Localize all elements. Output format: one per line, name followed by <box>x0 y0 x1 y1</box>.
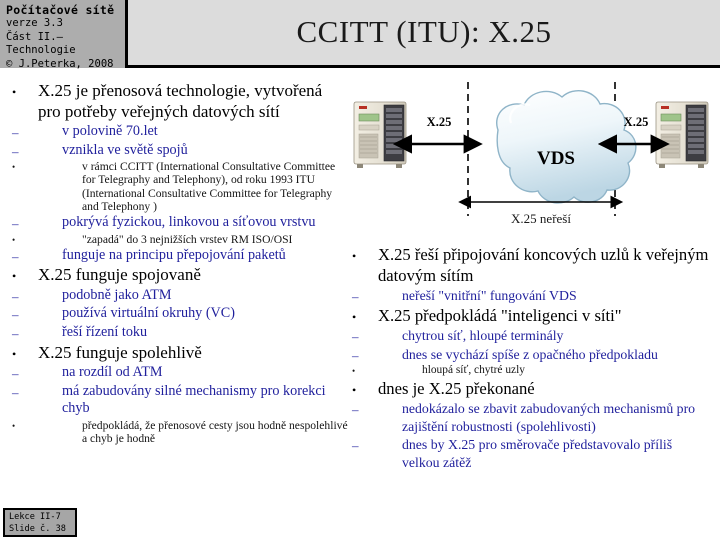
right-server-icon <box>655 101 709 168</box>
bullet-text: má zabudovány silné mechanismy pro korek… <box>62 382 326 417</box>
bullet-item-level-1: • X.25 funguje spolehlivě <box>12 343 348 364</box>
bullet-item-level-2: – dnes se vychází spíše z opačného předpo… <box>352 346 712 364</box>
left-bullet-list: • X.25 je přenosová technologie, vytvořen… <box>12 81 348 445</box>
bullet-text: funguje na principu přepojování paketů <box>62 246 286 263</box>
bullet-item-level-2: – vznikla ve světě spojů <box>12 142 348 160</box>
bullet-marker-icon: – <box>352 438 359 454</box>
bullet-text: dnes by X.25 pro směrovače představovalo… <box>402 437 673 470</box>
bullet-text: nedokázalo se zbavit zabudovaných mechan… <box>402 401 696 434</box>
bullet-item-level-2: – neřeší "vnitřní" fungování VDS <box>352 287 712 305</box>
bullet-marker-icon: • <box>352 309 357 324</box>
bullet-text: pokrývá fyzickou, linkovou a síťovou vrs… <box>62 214 316 230</box>
bullet-marker-icon: – <box>352 347 359 363</box>
vds-cloud-icon <box>496 89 637 204</box>
bullet-item-level-3: • "zapadá" do 3 nejnižších vrstev RM ISO/… <box>12 233 348 246</box>
bullet-item-level-2: – podobně jako ATM <box>12 287 348 305</box>
bullet-text: X.25 funguje spolehlivě <box>38 342 202 362</box>
bullet-marker-icon: – <box>12 248 19 264</box>
bullet-text: dnes je X.25 překonané <box>378 378 535 398</box>
bullet-text: v polovině 70.let <box>62 123 158 139</box>
bullet-item-level-1: • X.25 řeší připojování koncových uzlů k … <box>352 245 712 286</box>
bullet-text: hloupá síť, chytré uzly <box>422 364 525 377</box>
bullet-text: podobně jako ATM <box>62 286 172 303</box>
bullet-item-level-2: – používá virtuální okruhy (VC) <box>12 305 348 323</box>
bullet-text: používá virtuální okruhy (VC) <box>62 305 235 322</box>
course-part: Část II.–Technologie <box>6 30 76 57</box>
bullet-item-level-1: • X.25 je přenosová technologie, vytvořen… <box>12 81 348 122</box>
course-info-box: Počítačové sítě verze 3.3 Část II.–Techn… <box>0 0 128 70</box>
bullet-marker-icon: – <box>12 288 19 304</box>
bullet-text: X.25 předpokládá "inteligenci v síti" <box>378 305 622 325</box>
course-copyright: © J.Peterka, 2008 <box>6 57 114 70</box>
bullet-item-level-2: – má zabudovány silné mechanismy pro kore… <box>12 383 348 418</box>
bullet-item-level-3: • v rámci CCITT (International Consultati… <box>12 160 348 213</box>
bullet-text: vznikla ve světě spojů <box>62 141 188 158</box>
bullet-marker-icon: • <box>12 269 17 284</box>
bullet-text: "zapadá" do 3 nejnižších vrstev RM ISO/O… <box>82 232 293 246</box>
slide-footer-box: Lekce II-7 Slide č. 38 <box>3 508 77 537</box>
bullet-text: řeší řízení toku <box>62 324 148 341</box>
bullet-text: X.25 řeší připojování koncových uzlů k v… <box>378 245 709 285</box>
bullet-item-level-1: • X.25 předpokládá "inteligenci v síti" <box>352 306 712 327</box>
bullet-item-level-3: • hloupá síť, chytré uzly <box>352 364 712 377</box>
bullet-marker-icon: • <box>352 366 356 377</box>
bullet-item-level-2: – v polovině 70.let <box>12 123 348 141</box>
bullet-item-level-2: – chytrou síť, hloupé terminály <box>352 327 712 345</box>
left-server-icon <box>353 101 407 168</box>
bullet-marker-icon: • <box>352 382 357 397</box>
bullet-text: X.25 je přenosová technologie, vytvořená… <box>38 81 323 121</box>
course-title: Počítačové sítě <box>6 3 115 17</box>
bullet-marker-icon: – <box>12 307 19 323</box>
bullet-marker-icon: • <box>352 249 357 263</box>
course-version: verze 3.3 <box>6 17 63 30</box>
bullet-text: chytrou síť, hloupé terminály <box>402 328 564 344</box>
footer-lesson: Lekce II-7 <box>9 512 61 522</box>
bullet-item-level-3: • předpokládá, že přenosové cesty jsou ho… <box>12 419 348 445</box>
bullet-marker-icon: – <box>12 326 19 342</box>
x25-network-diagram: VDS X.25 X.25 X.25 neřeší <box>348 78 714 238</box>
right-content-column: • X.25 řeší připojování koncových uzlů k … <box>352 244 712 472</box>
bullet-item-level-1: • X.25 funguje spojovaně <box>12 265 348 286</box>
left-content-column: • X.25 je přenosová technologie, vytvořen… <box>12 80 348 445</box>
bullet-marker-icon: • <box>12 85 17 99</box>
left-link-label: X.25 <box>427 115 452 129</box>
bullet-text: neřeší "vnitřní" fungování VDS <box>402 288 577 303</box>
bullet-marker-icon: • <box>12 234 16 245</box>
span-label: X.25 neřeší <box>511 211 571 226</box>
bullet-item-level-2: – dnes by X.25 pro směrovače představoval… <box>352 436 712 471</box>
bullet-marker-icon: – <box>12 384 19 400</box>
bullet-marker-icon: – <box>12 125 19 140</box>
bullet-marker-icon: – <box>352 289 359 304</box>
right-link-label: X.25 <box>624 115 649 129</box>
bullet-item-level-2: – řeší řízení toku <box>12 324 348 342</box>
bullet-marker-icon: • <box>12 346 17 361</box>
bullet-text: na rozdíl od ATM <box>62 364 163 381</box>
bullet-item-level-2: – na rozdíl od ATM <box>12 364 348 382</box>
slide-title: CCITT (ITU): X.25 <box>296 14 552 49</box>
right-bullet-list: • X.25 řeší připojování koncových uzlů k … <box>352 245 712 472</box>
bullet-marker-icon: – <box>352 402 359 418</box>
bullet-text: dnes se vychází spíše z opačného předpok… <box>402 346 658 362</box>
bullet-text: v rámci CCITT (International Consultativ… <box>82 160 336 213</box>
bullet-text: předpokládá, že přenosové cesty jsou hod… <box>82 418 348 446</box>
bullet-marker-icon: – <box>12 216 19 231</box>
bullet-item-level-2: – nedokázalo se zbavit zabudovaných mecha… <box>352 400 712 435</box>
footer-slide-number: Slide č. 38 <box>9 523 66 534</box>
bullet-item-level-2: – funguje na principu přepojování paketů <box>12 247 348 265</box>
bullet-marker-icon: – <box>12 143 19 159</box>
bullet-item-level-2: – pokrývá fyzickou, linkovou a síťovou vr… <box>12 214 348 232</box>
bullet-text: X.25 funguje spojovaně <box>38 265 201 285</box>
bullet-marker-icon: – <box>12 366 19 382</box>
bullet-marker-icon: – <box>352 329 359 345</box>
bullet-item-level-1: • dnes je X.25 překonané <box>352 379 712 400</box>
cloud-label: VDS <box>537 148 575 169</box>
bullet-marker-icon: • <box>12 162 16 173</box>
bullet-marker-icon: • <box>12 420 16 431</box>
